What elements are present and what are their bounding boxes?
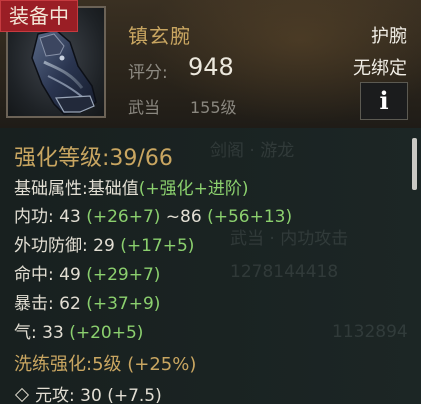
attr-base: 29 [93,236,115,256]
bind-status: 无绑定 [353,58,407,79]
attr-bonus-max: (+56+13) [207,207,293,227]
attr-row-crit: 暴击: 62 (+37+9) [14,289,160,314]
bracer-icon [31,29,97,115]
attr-label: 命中: [14,265,54,285]
base-attr-label: 基础属性: [14,179,88,199]
tooltip-header: 装备中 镇玄腕 评分: 948 武当 155级 护腕 无绑定 i [0,0,421,129]
base-attr-legend: (+强化+进阶) [138,179,249,199]
item-name: 镇玄腕 [128,24,191,48]
attr-label: 暴击: [14,294,54,314]
attr-bonus: (+20+5) [69,323,144,343]
attr-row-hit: 命中: 49 (+29+7) [14,260,160,285]
attr-base: 62 [59,294,81,314]
sub-attr-base: 30 [80,386,102,404]
scrollbar-thumb[interactable] [412,138,417,190]
sect-requirement: 武当 [128,98,161,117]
wash-row: 洗练强化:5级 (+25%) [14,350,196,376]
background-text-1: 剑阁 · 游龙 [210,141,295,161]
level-requirement: 155级 [190,98,237,117]
attr-bonus: (+37+9) [86,294,161,314]
attr-bonus: (+26+7) [86,207,161,227]
sub-attr-bonus: (+7.5) [107,386,162,404]
refine-level-row: 强化等级:39/66 [14,140,173,172]
wash-value: 5级 (+25%) [92,354,197,375]
attr-label: 外功防御: [14,236,88,256]
info-icon: i [379,86,389,115]
item-tooltip-panel: 装备中 镇玄腕 评分: 948 武当 155级 护腕 无绑定 i 剑阁 · 游龙… [0,0,421,404]
base-attr-header: 基础属性:基础值(+强化+进阶) [14,174,249,199]
sub-attr-row: 元攻: 30 (+7.5) [14,381,162,404]
tooltip-body: 剑阁 · 游龙 武当 · 内功攻击 1278144418 1132894 强化等… [0,128,421,404]
background-text-2: 武当 · 内功攻击 [230,229,349,249]
attr-base: 43 [59,207,81,227]
attr-max: ~86 [165,207,202,227]
equipped-badge: 装备中 [0,0,78,32]
attr-bonus: (+29+7) [86,265,161,285]
attr-row-waigong-defense: 外功防御: 29 (+17+5) [14,231,194,256]
attr-label: 内功: [14,207,54,227]
refine-level-value: 39/66 [109,146,173,171]
base-attr-prefix: 基础值 [87,179,139,199]
diamond-icon [14,387,30,403]
background-text-3: 1278144418 [230,262,339,282]
attr-bonus: (+17+5) [120,236,195,256]
sub-attr-label: 元攻: [35,386,75,404]
attr-label: 气: [14,323,37,343]
info-button[interactable]: i [360,82,408,120]
attr-row-neigong: 内功: 43 (+26+7) ~86 (+56+13) [14,202,292,227]
attr-row-qi: 气: 33 (+20+5) [14,318,143,343]
score-label: 评分: [128,63,168,83]
background-text-4: 1132894 [332,322,408,342]
wash-label: 洗练强化: [14,354,93,375]
equipment-slot: 护腕 [371,26,407,47]
refine-level-label: 强化等级: [14,146,110,171]
attr-base: 33 [42,323,64,343]
attr-base: 49 [59,265,81,285]
score-value: 948 [188,53,234,81]
